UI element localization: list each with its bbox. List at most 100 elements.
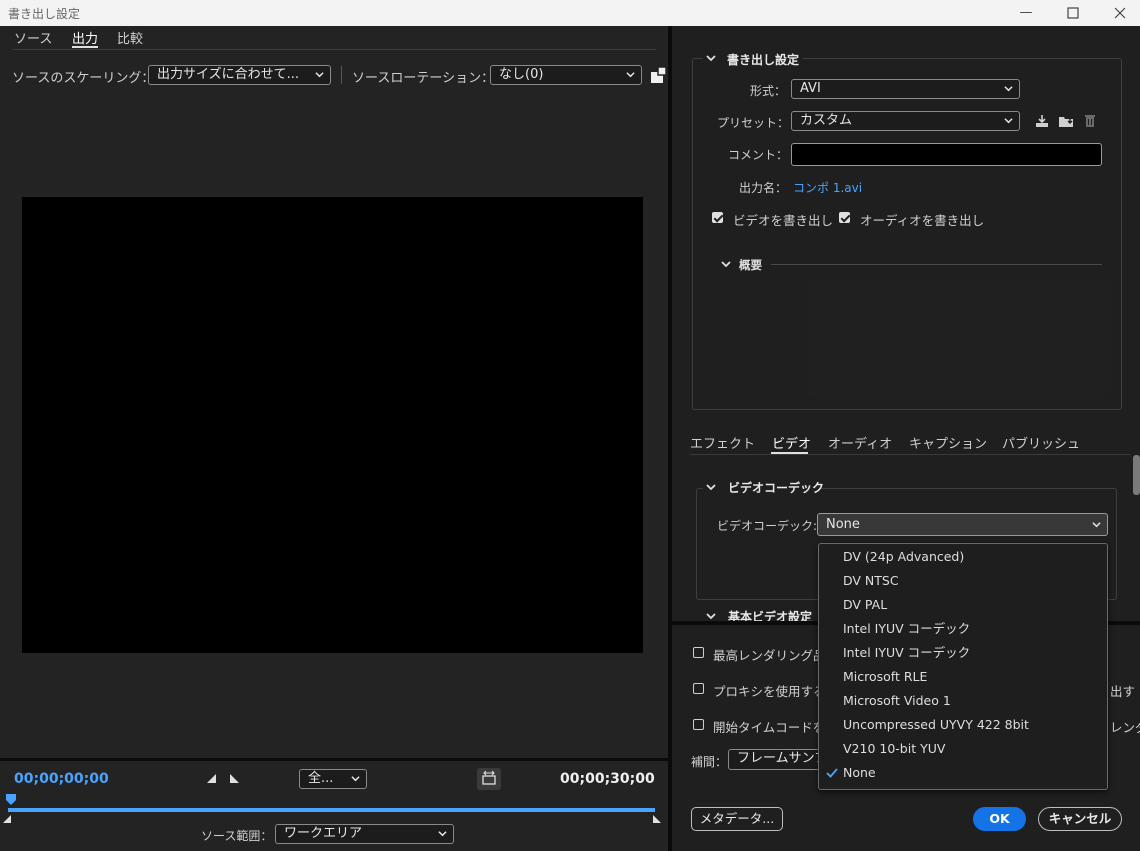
maximize-icon[interactable] — [1063, 3, 1083, 23]
output-name-link[interactable]: コンポ 1.avi — [793, 179, 862, 196]
rotation-value: なし(0) — [499, 67, 544, 82]
preset-value: カスタム — [800, 113, 853, 128]
tab-publish[interactable]: パブリッシュ — [1002, 433, 1080, 452]
tab-video[interactable]: ビデオ — [772, 433, 811, 452]
scrollbar-thumb[interactable] — [1133, 455, 1140, 495]
mark-out-icon[interactable] — [229, 773, 240, 784]
summary-divider — [771, 264, 1102, 265]
preview-canvas — [22, 197, 643, 653]
close-icon[interactable] — [1110, 3, 1130, 23]
zoom-value: 全... — [308, 771, 334, 786]
chevron-down-icon[interactable] — [720, 258, 732, 270]
timeline-divider — [0, 758, 668, 761]
codec-option-v210[interactable]: V210 10-bit YUV — [819, 737, 1107, 761]
range-value: ワークエリア — [284, 826, 363, 841]
use-proxy-tail: 出す — [1110, 684, 1136, 699]
codec-label: ビデオコーデック: — [717, 519, 818, 533]
toolbar-divider — [341, 66, 342, 84]
tab-output[interactable]: 出力 — [72, 28, 98, 47]
title-bar: 書き出し設定 — — [0, 0, 1140, 26]
preset-dropdown[interactable]: カスタム — [791, 111, 1020, 131]
range-label: ソース範囲： — [201, 829, 273, 843]
start-timecode-label: 開始タイムコードを — [713, 720, 826, 735]
scaling-value: 出力サイズに合わせて... — [157, 67, 300, 82]
format-dropdown[interactable]: AVI — [791, 79, 1020, 99]
import-preset-icon[interactable] — [1058, 113, 1074, 129]
output-name-label: 出力名： — [739, 181, 788, 195]
use-proxy-label: プロキシを使用する — [713, 684, 826, 699]
start-timecode-checkbox[interactable] — [693, 719, 704, 730]
codec-option-dv-pal[interactable]: DV PAL — [819, 593, 1107, 617]
cancel-button[interactable]: キャンセル — [1038, 807, 1122, 831]
chevron-down-icon — [1092, 522, 1101, 528]
codec-value: None — [826, 517, 860, 532]
summary-content — [806, 278, 1110, 398]
export-settings-header: 書き出し設定 — [727, 53, 800, 67]
tab-source[interactable]: ソース — [14, 28, 52, 47]
codec-dropdown[interactable]: None — [817, 513, 1108, 536]
preset-label: プリセット： — [717, 116, 790, 130]
export-video-checkbox[interactable] — [712, 212, 723, 223]
timecode-start[interactable]: 00;00;00;00 — [14, 771, 109, 787]
chevron-down-icon — [315, 72, 324, 78]
range-dropdown[interactable]: ワークエリア — [275, 824, 454, 844]
format-label: 形式： — [750, 84, 787, 98]
tab-output-underline — [72, 46, 98, 48]
max-render-checkbox[interactable] — [693, 647, 704, 658]
codec-option-dv-24p[interactable]: DV (24p Advanced) — [819, 545, 1107, 569]
checkmark-icon — [826, 767, 838, 779]
codec-option-ms-video1[interactable]: Microsoft Video 1 — [819, 689, 1107, 713]
crop-icon[interactable] — [650, 66, 668, 84]
export-video-label: ビデオを書き出し — [733, 213, 834, 228]
tabs-divider — [12, 49, 656, 50]
timeline-range-bar[interactable] — [8, 808, 655, 812]
chevron-down-icon[interactable] — [705, 52, 717, 64]
right-tabs-divider — [690, 454, 1130, 455]
ok-button[interactable]: OK — [973, 807, 1026, 831]
chevron-down-icon — [1004, 118, 1013, 124]
summary-header: 概要 — [739, 258, 762, 272]
codec-option-ms-rle[interactable]: Microsoft RLE — [819, 665, 1107, 689]
save-preset-icon[interactable] — [1034, 113, 1050, 129]
format-value: AVI — [800, 81, 821, 96]
rotation-label: ソースローテーション： — [352, 71, 495, 86]
delete-preset-icon[interactable] — [1082, 112, 1098, 128]
tab-captions[interactable]: キャプション — [909, 433, 987, 452]
codec-option-none[interactable]: None — [819, 761, 1107, 785]
use-proxy-checkbox[interactable] — [693, 683, 704, 694]
codec-option-intel-iyuv-1[interactable]: Intel IYUV コーデック — [819, 617, 1107, 641]
codec-header: ビデオコーデック — [728, 481, 825, 495]
rotation-dropdown[interactable]: なし(0) — [490, 65, 642, 85]
metadata-button[interactable]: メタデータ... — [691, 807, 783, 831]
codec-option-intel-iyuv-2[interactable]: Intel IYUV コーデック — [819, 641, 1107, 665]
chevron-down-icon — [351, 776, 360, 782]
interpolation-label: 補間： — [691, 755, 728, 769]
codec-menu: DV (24p Advanced) DV NTSC DV PAL Intel I… — [818, 543, 1108, 790]
codec-option-dv-ntsc[interactable]: DV NTSC — [819, 569, 1107, 593]
window-title: 書き出し設定 — [8, 7, 81, 21]
codec-option-uncompressed-uyvy[interactable]: Uncompressed UYVY 422 8bit — [819, 713, 1107, 737]
timecode-end: 00;00;30;00 — [560, 771, 655, 787]
range-start-handle-icon[interactable] — [2, 813, 12, 823]
comment-input[interactable] — [791, 143, 1102, 166]
export-audio-checkbox[interactable] — [839, 212, 850, 223]
scaling-dropdown[interactable]: 出力サイズに合わせて... — [148, 65, 331, 85]
tab-compare[interactable]: 比較 — [117, 28, 143, 47]
tab-effects[interactable]: エフェクト — [690, 433, 755, 452]
comment-label: コメント： — [728, 148, 789, 162]
minimize-icon[interactable]: — — [1016, 3, 1036, 23]
aspect-toggle-icon[interactable] — [477, 768, 501, 790]
tab-audio[interactable]: オーディオ — [828, 433, 892, 452]
interpolation-value: フレームサンプ — [737, 751, 828, 766]
export-audio-label: オーディオを書き出し — [860, 213, 985, 228]
playhead-icon[interactable] — [5, 793, 17, 807]
start-timecode-tail: レンダリン — [1110, 720, 1140, 735]
interpolation-dropdown[interactable]: フレームサンプ — [728, 749, 828, 770]
chevron-down-icon — [438, 831, 447, 837]
chevron-down-icon — [626, 72, 635, 78]
max-render-label: 最高レンダリング品 — [713, 648, 826, 663]
chevron-down-icon[interactable] — [705, 481, 717, 493]
range-end-handle-icon[interactable] — [652, 813, 662, 823]
zoom-dropdown[interactable]: 全... — [299, 769, 367, 789]
mark-in-icon[interactable] — [206, 773, 217, 784]
